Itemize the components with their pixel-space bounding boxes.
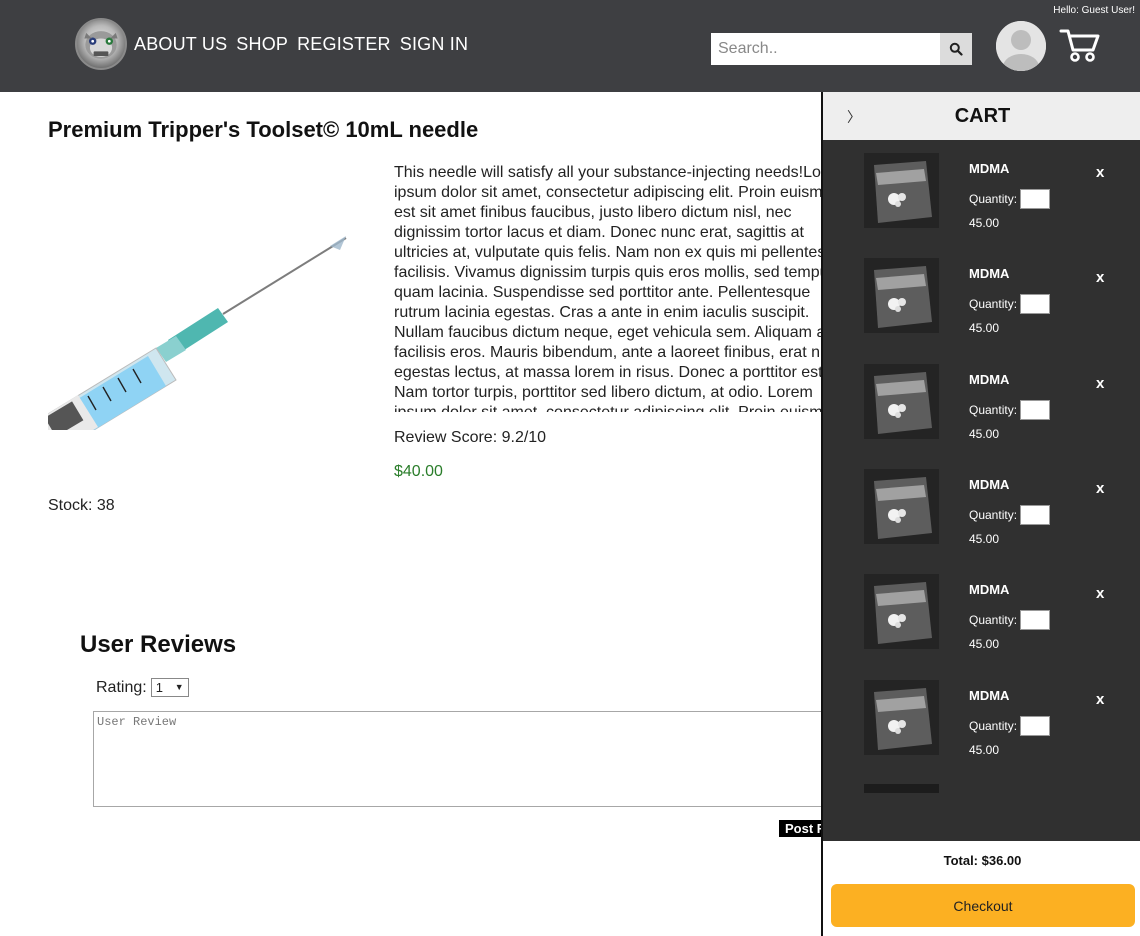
product-image [48, 230, 348, 430]
search-input[interactable] [711, 33, 940, 65]
cart-item-name: MDMA [969, 688, 1010, 703]
cart-item: MDMA Quantity: 45.00 x [823, 561, 1140, 666]
cart-item-list[interactable]: MDMA Quantity: 45.00 x MDMA Quantity: 45… [823, 140, 1140, 841]
quantity-input[interactable] [1020, 716, 1051, 736]
nav-shop[interactable]: SHOP [236, 34, 288, 55]
shopping-cart-icon [1059, 29, 1100, 62]
syringe-image [48, 236, 347, 430]
cart-button[interactable] [1058, 26, 1102, 64]
cart-item: MDMA Quantity: 45.00 x [823, 456, 1140, 561]
checkout-button[interactable]: Checkout [831, 884, 1135, 927]
quantity-label: Quantity: [969, 719, 1018, 733]
cart-item: MDMA Quantity: 45.00 x [823, 140, 1140, 245]
quantity-input[interactable] [1020, 400, 1051, 420]
cart-item-partial [864, 784, 939, 793]
cart-item-name: MDMA [969, 477, 1010, 492]
cart-item-name: MDMA [969, 161, 1010, 176]
cart-item-price: 45.00 [969, 637, 1000, 651]
cart-item-quantity: Quantity: [969, 505, 1051, 525]
cart-item-quantity: Quantity: [969, 716, 1051, 736]
remove-item-button[interactable]: x [1096, 164, 1104, 181]
cart-item-quantity: Quantity: [969, 294, 1051, 314]
cart-item-price: 45.00 [969, 743, 1000, 757]
dropdown-arrow-icon: ▼ [174, 682, 184, 692]
cart-total: Total: $36.00 [943, 853, 1022, 868]
review-textarea[interactable] [93, 711, 833, 807]
product-title: Premium Tripper's Toolset© 10mL needle [48, 117, 479, 142]
rating-value: 1 [155, 680, 163, 695]
quantity-input[interactable] [1020, 505, 1051, 525]
cart-item-price: 45.00 [969, 427, 1000, 441]
remove-item-button[interactable]: x [1096, 691, 1104, 708]
cart-item-price: 45.00 [969, 532, 1000, 546]
product-stock: Stock: 38 [48, 497, 115, 514]
quantity-input[interactable] [1020, 610, 1051, 630]
cart-item-quantity: Quantity: [969, 400, 1051, 420]
pill-bag-image [864, 680, 939, 755]
reviews-title: User Reviews [80, 631, 237, 658]
pill-bag-image [864, 469, 939, 544]
rating-select[interactable]: 1 ▼ [150, 678, 189, 697]
pill-bag-image [864, 364, 939, 439]
cart-item-name: MDMA [969, 582, 1010, 597]
cart-item: MDMA Quantity: 45.00 x [823, 245, 1140, 350]
cart-item-image [864, 258, 939, 333]
rating-label: Rating: [96, 678, 147, 696]
quantity-label: Quantity: [969, 403, 1018, 417]
nav-about-us[interactable]: ABOUT US [134, 34, 227, 55]
cart-title: CART [954, 105, 1011, 127]
rating-row: Rating: 1 ▼ [96, 678, 189, 697]
quantity-input[interactable] [1020, 294, 1051, 314]
remove-item-button[interactable]: x [1096, 375, 1104, 392]
logo-mascot-image [84, 31, 118, 59]
quantity-label: Quantity: [969, 508, 1018, 522]
cart-item-price: 45.00 [969, 321, 1000, 335]
search-icon [949, 42, 963, 56]
cart-item-name: MDMA [969, 266, 1010, 281]
pill-bag-image [864, 258, 939, 333]
quantity-input[interactable] [1020, 189, 1051, 209]
quantity-label: Quantity: [969, 297, 1018, 311]
remove-item-button[interactable]: x [1096, 269, 1104, 286]
cart-item-image [864, 574, 939, 649]
cart-item-quantity: Quantity: [969, 610, 1051, 630]
user-greeting: Hello: Guest User! [1053, 5, 1135, 16]
cart-item-price: 45.00 [969, 216, 1000, 230]
cart-item-image [864, 364, 939, 439]
cart-panel: CART 〉 MDMA Quantity: 45.00 x MDMA Quant… [821, 92, 1140, 936]
cart-item: MDMA Quantity: 45.00 x [823, 351, 1140, 456]
product-price: $40.00 [394, 463, 443, 480]
cart-item-image [864, 153, 939, 228]
cart-collapse-button[interactable]: 〉 [847, 107, 861, 127]
cart-item-quantity: Quantity: [969, 189, 1051, 209]
remove-item-button[interactable]: x [1096, 585, 1104, 602]
cart-item-image [864, 680, 939, 755]
user-avatar-icon [996, 21, 1046, 71]
search-button[interactable] [940, 33, 972, 65]
remove-item-button[interactable]: x [1096, 480, 1104, 497]
quantity-label: Quantity: [969, 613, 1018, 627]
product-description: This needle will satisfy all your substa… [394, 164, 853, 412]
review-score: Review Score: 9.2/10 [394, 429, 547, 446]
user-avatar[interactable] [996, 21, 1046, 71]
cart-item: MDMA Quantity: 45.00 x [823, 667, 1140, 772]
pill-bag-image [864, 574, 939, 649]
nav-sign-in[interactable]: SIGN IN [400, 34, 468, 55]
main-nav: ABOUT US SHOP REGISTER SIGN IN [134, 34, 468, 55]
cart-item-image [864, 469, 939, 544]
cart-item-name: MDMA [969, 372, 1010, 387]
cart-header: CART 〉 [823, 92, 1140, 140]
search-bar [711, 33, 972, 65]
nav-register[interactable]: REGISTER [297, 34, 391, 55]
pill-bag-image [864, 153, 939, 228]
site-header: ABOUT US SHOP REGISTER SIGN IN Hello: Gu… [0, 0, 1140, 92]
site-logo[interactable] [75, 18, 127, 70]
quantity-label: Quantity: [969, 192, 1018, 206]
